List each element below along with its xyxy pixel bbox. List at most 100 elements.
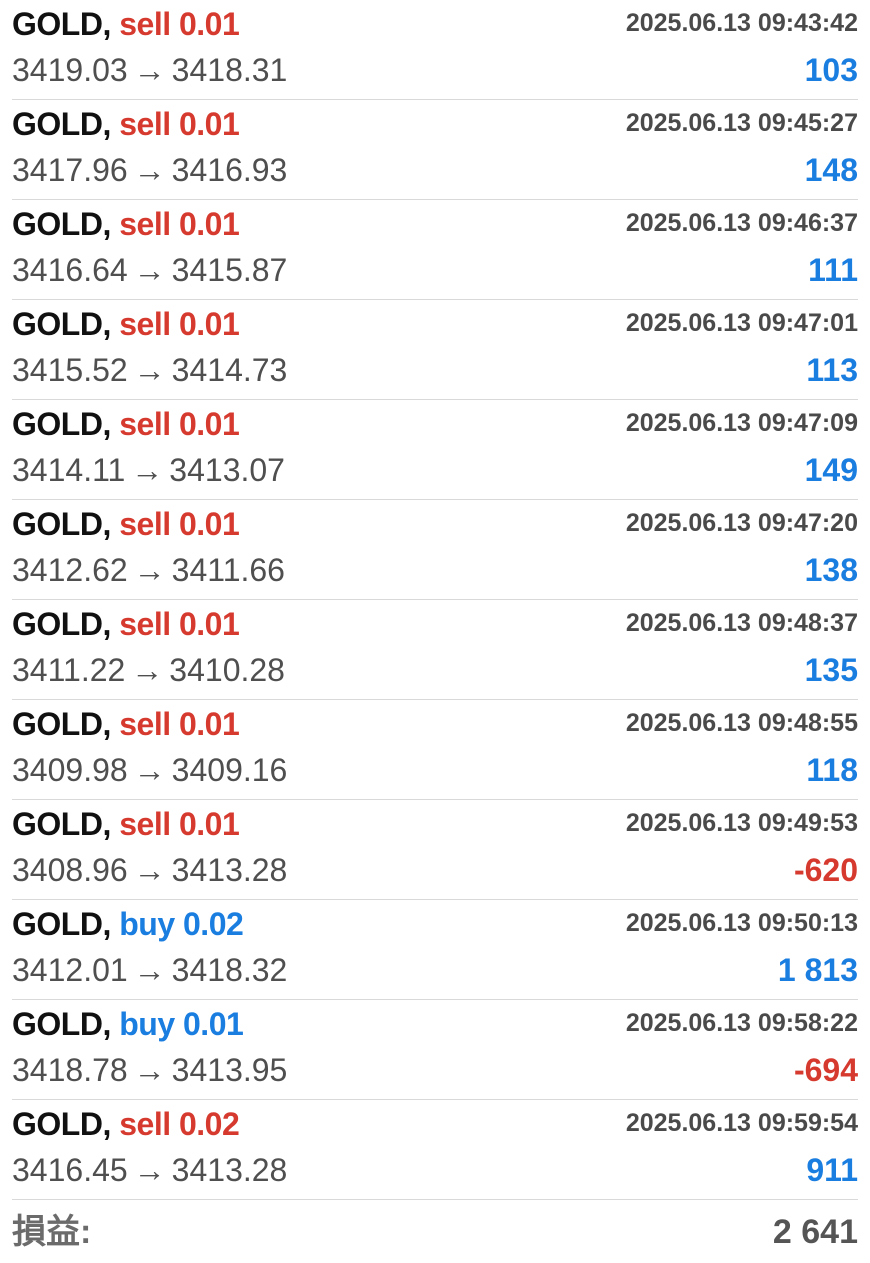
trade-direction: sell 0.01 [119, 406, 240, 442]
trade-row[interactable]: GOLD, buy 0.01 2025.06.13 09:58:22 3418.… [12, 1000, 858, 1100]
trade-time: 2025.06.13 09:59:54 [625, 1109, 858, 1137]
trade-direction: sell 0.01 [119, 6, 240, 42]
trade-prices: 3414.11 → 3413.07 [12, 450, 285, 490]
arrow-right-icon: → [133, 1152, 166, 1188]
trade-header: GOLD, sell 0.02 [12, 1104, 240, 1144]
trade-direction: buy 0.02 [119, 906, 244, 942]
trade-symbol: GOLD [12, 1006, 103, 1042]
close-price: 3409.16 [171, 752, 288, 788]
arrow-right-icon: → [133, 552, 166, 588]
trade-time: 2025.06.13 09:43:42 [625, 9, 858, 37]
arrow-right-icon: → [133, 352, 166, 388]
trade-symbol: GOLD [12, 6, 103, 42]
symbol-separator: , [102, 1006, 111, 1042]
open-price: 3412.62 [12, 552, 128, 588]
trade-profit: 911 [806, 1152, 858, 1188]
trade-row[interactable]: GOLD, sell 0.01 2025.06.13 09:47:20 3412… [12, 500, 858, 600]
trade-time: 2025.06.13 09:47:09 [625, 409, 858, 437]
trade-header: GOLD, sell 0.01 [12, 604, 240, 644]
trade-header: GOLD, sell 0.01 [12, 304, 240, 344]
trade-header: GOLD, sell 0.01 [12, 704, 240, 744]
symbol-separator: , [102, 906, 111, 942]
open-price: 3411.22 [12, 652, 126, 688]
trade-profit: 111 [808, 252, 858, 288]
trade-prices: 3415.52 → 3414.73 [12, 350, 287, 390]
trade-time: 2025.06.13 09:48:37 [625, 609, 858, 637]
arrow-right-icon: → [131, 452, 164, 488]
trade-prices: 3416.45 → 3413.28 [12, 1150, 287, 1190]
open-price: 3419.03 [12, 52, 128, 88]
trade-history-list: GOLD, sell 0.01 2025.06.13 09:43:42 3419… [0, 0, 870, 1200]
trade-header: GOLD, sell 0.01 [12, 104, 240, 144]
trade-profit: 1 813 [777, 952, 858, 988]
symbol-separator: , [102, 6, 111, 42]
trade-row[interactable]: GOLD, sell 0.01 2025.06.13 09:49:53 3408… [12, 800, 858, 900]
close-price: 3413.28 [171, 852, 288, 888]
trade-row[interactable]: GOLD, sell 0.01 2025.06.13 09:47:09 3414… [12, 400, 858, 500]
trade-row[interactable]: GOLD, sell 0.01 2025.06.13 09:48:37 3411… [12, 600, 858, 700]
trade-row[interactable]: GOLD, sell 0.01 2025.06.13 09:47:01 3415… [12, 300, 858, 400]
symbol-separator: , [102, 706, 111, 742]
trade-symbol: GOLD [12, 806, 103, 842]
open-price: 3414.11 [12, 452, 126, 488]
trade-prices: 3412.01 → 3418.32 [12, 950, 287, 990]
symbol-separator: , [102, 406, 111, 442]
trade-time: 2025.06.13 09:50:13 [625, 909, 858, 937]
close-price: 3414.73 [171, 352, 288, 388]
trade-row[interactable]: GOLD, sell 0.02 2025.06.13 09:59:54 3416… [12, 1100, 858, 1200]
arrow-right-icon: → [131, 652, 164, 688]
trade-profit: 118 [806, 752, 858, 788]
trade-row[interactable]: GOLD, sell 0.01 2025.06.13 09:43:42 3419… [12, 0, 858, 100]
trade-header: GOLD, sell 0.01 [12, 804, 240, 844]
trade-prices: 3408.96 → 3413.28 [12, 850, 287, 890]
trade-time: 2025.06.13 09:48:55 [625, 709, 858, 737]
close-price: 3413.95 [171, 1052, 288, 1088]
trade-profit: 113 [806, 352, 858, 388]
arrow-right-icon: → [133, 252, 166, 288]
symbol-separator: , [102, 606, 111, 642]
trade-direction: sell 0.02 [119, 1106, 240, 1142]
arrow-right-icon: → [133, 952, 166, 988]
total-label: 損益: [12, 1213, 92, 1251]
trade-time: 2025.06.13 09:45:27 [625, 109, 858, 137]
trade-row[interactable]: GOLD, sell 0.01 2025.06.13 09:45:27 3417… [12, 100, 858, 200]
trade-row[interactable]: GOLD, sell 0.01 2025.06.13 09:46:37 3416… [12, 200, 858, 300]
trade-symbol: GOLD [12, 1106, 103, 1142]
symbol-separator: , [102, 806, 111, 842]
arrow-right-icon: → [133, 852, 166, 888]
trade-symbol: GOLD [12, 106, 103, 142]
trade-prices: 3417.96 → 3416.93 [12, 150, 287, 190]
trade-symbol: GOLD [12, 306, 103, 342]
open-price: 3412.01 [12, 952, 128, 988]
trade-time: 2025.06.13 09:58:22 [625, 1009, 858, 1037]
trade-row[interactable]: GOLD, sell 0.01 2025.06.13 09:48:55 3409… [12, 700, 858, 800]
trade-symbol: GOLD [12, 206, 103, 242]
trade-direction: sell 0.01 [119, 706, 240, 742]
trade-header: GOLD, sell 0.01 [12, 404, 240, 444]
open-price: 3415.52 [12, 352, 128, 388]
trade-symbol: GOLD [12, 606, 103, 642]
trade-symbol: GOLD [12, 506, 103, 542]
trade-header: GOLD, sell 0.01 [12, 4, 240, 44]
trade-row[interactable]: GOLD, buy 0.02 2025.06.13 09:50:13 3412.… [12, 900, 858, 1000]
open-price: 3417.96 [12, 152, 128, 188]
trade-direction: sell 0.01 [119, 506, 240, 542]
open-price: 3409.98 [12, 752, 128, 788]
trade-prices: 3418.78 → 3413.95 [12, 1050, 287, 1090]
symbol-separator: , [102, 506, 111, 542]
trade-direction: sell 0.01 [119, 206, 240, 242]
trade-direction: sell 0.01 [119, 806, 240, 842]
symbol-separator: , [102, 106, 111, 142]
trade-prices: 3419.03 → 3418.31 [12, 50, 287, 90]
trade-header: GOLD, buy 0.02 [12, 904, 244, 944]
trade-profit: 135 [804, 652, 858, 688]
trade-profit: 103 [804, 52, 858, 88]
symbol-separator: , [102, 206, 111, 242]
trade-symbol: GOLD [12, 906, 103, 942]
trade-direction: sell 0.01 [119, 106, 240, 142]
total-value: 2 641 [772, 1213, 858, 1251]
open-price: 3416.45 [12, 1152, 128, 1188]
trade-symbol: GOLD [12, 406, 103, 442]
trade-time: 2025.06.13 09:47:20 [625, 509, 858, 537]
arrow-right-icon: → [133, 1052, 166, 1088]
